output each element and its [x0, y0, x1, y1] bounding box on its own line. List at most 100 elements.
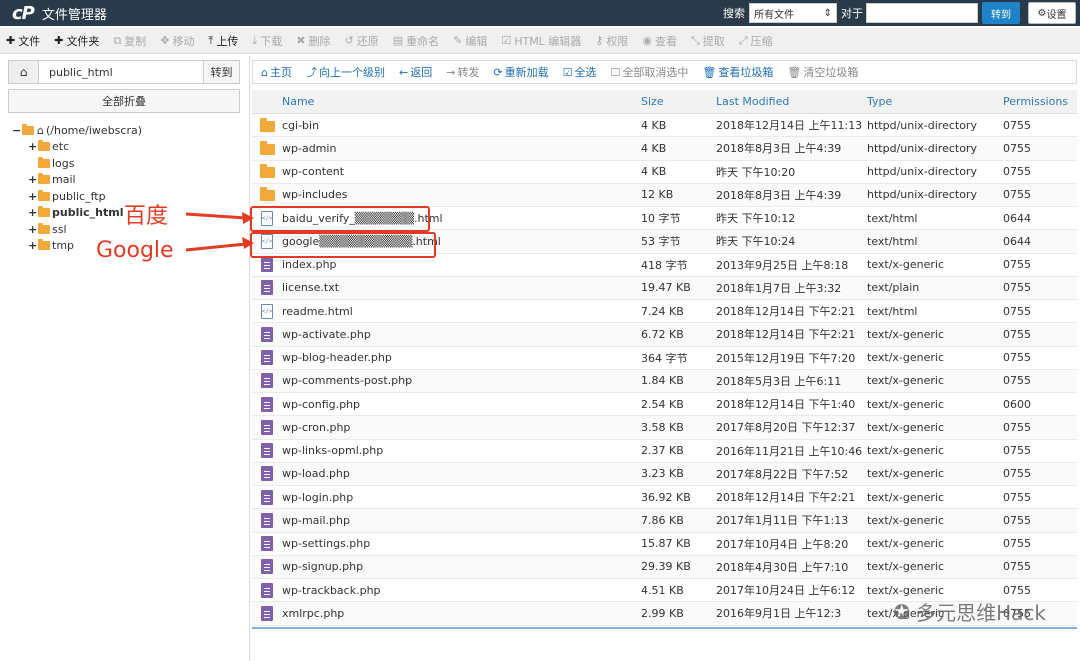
path-input[interactable]: public_html — [39, 61, 203, 83]
move-icon: ✥ — [160, 34, 170, 47]
toolbar-button-3[interactable]: ✥ 移动 — [160, 33, 194, 49]
table-row[interactable]: wp-cron.php 3.58 KB 2017年8月20日 下午12:37 text… — [252, 416, 1077, 440]
table-row[interactable]: wp-login.php 36.92 KB 2018年12月14日 下午2:21 te… — [252, 486, 1077, 510]
file-type: text/html — [867, 211, 918, 225]
column-last-modified[interactable]: Last Modified — [716, 95, 867, 108]
expand-icon[interactable]: + — [28, 223, 38, 236]
toolbar-button-0[interactable]: ✚ 文件 — [6, 33, 40, 49]
baidu-highlight-box — [250, 206, 430, 232]
nav-button-4[interactable]: ⟳ 重新加载 — [493, 64, 548, 80]
file-type: text/x-generic — [867, 537, 945, 551]
toolbar-button-8[interactable]: ▤ 重命名 — [393, 33, 439, 49]
folder-icon — [259, 164, 275, 179]
nav-button-2[interactable]: ← 返回 — [399, 64, 432, 80]
path-go-button[interactable]: 转到 — [203, 61, 239, 83]
table-row[interactable]: wp-signup.php 29.39 KB 2018年4月30日 上午7:10 te… — [252, 555, 1077, 579]
file-name: wp-blog-header.php — [282, 351, 392, 365]
collapse-icon[interactable]: − — [12, 124, 22, 137]
expand-icon[interactable]: + — [28, 140, 38, 153]
nav-button-8[interactable]: 🗑 清空垃圾箱 — [787, 64, 858, 80]
toolbar-button-12[interactable]: ◉ 查看 — [642, 33, 677, 49]
file-type: httpd/unix-directory — [867, 165, 977, 179]
table-row[interactable]: license.txt 19.47 KB 2018年1月7日 上午3:32 text/… — [252, 276, 1077, 300]
table-row[interactable]: cgi-bin 4 KB 2018年12月14日 上午11:13 httpd/unix… — [252, 114, 1077, 138]
watermark-text: 多元思维Hack — [916, 601, 1046, 625]
toolbar-button-7[interactable]: ↺ 还原 — [344, 33, 378, 49]
table-row[interactable]: wp-comments-post.php 1.84 KB 2018年5月3日 上午6… — [252, 369, 1077, 393]
home-icon: ⌂ — [19, 65, 28, 79]
file-type: text/plain — [867, 281, 920, 295]
tree-item[interactable]: + public_ftp — [12, 188, 142, 205]
file-name: wp-trackback.php — [282, 583, 381, 597]
tree-item-label: tmp — [52, 239, 75, 253]
toolbar-button-11[interactable]: ⚷ 权限 — [595, 33, 628, 49]
table-row[interactable]: wp-content 4 KB 昨天 下午10:20 httpd/unix-direc… — [252, 161, 1077, 184]
search-go-button[interactable]: 转到 — [982, 2, 1020, 24]
table-row[interactable]: wp-admin 4 KB 2018年8月3日 上午4:39 httpd/unix-d… — [252, 137, 1077, 161]
file-name: wp-links-opml.php — [282, 444, 384, 458]
nav-button-7[interactable]: 🗑 查看垃圾箱 — [702, 64, 773, 80]
google-annotation-label: Google — [96, 238, 174, 263]
home-icon: ⌂ — [37, 123, 44, 137]
toolbar-button-2[interactable]: ⧉ 复制 — [113, 33, 146, 49]
file-type: text/x-generic — [867, 444, 945, 458]
nav-button-label: 转发 — [457, 66, 480, 79]
table-row[interactable]: wp-activate.php 6.72 KB 2018年12月14日 下午2:21… — [252, 323, 1077, 347]
table-row[interactable]: wp-links-opml.php 2.37 KB 2016年11月21日 上午10… — [252, 440, 1077, 463]
toolbar-button-1[interactable]: ✚ 文件夹 — [54, 33, 99, 49]
table-row[interactable]: wp-mail.php 7.86 KB 2017年1月11日 下午1:13 text/… — [252, 509, 1077, 533]
tree-item-label: public_html — [52, 206, 124, 220]
forward-icon: → — [446, 65, 456, 79]
nav-button-0[interactable]: ⌂ 主页 — [261, 64, 292, 80]
toolbar-button-5[interactable]: ⤓ 下载 — [252, 33, 282, 49]
nav-button-6[interactable]: ☐ 全部取消选中 — [611, 64, 689, 80]
table-row[interactable]: wp-blog-header.php 364 字节 2015年12月19日 下午7:… — [252, 347, 1077, 370]
tree-item-label: etc — [52, 140, 70, 154]
tree-item[interactable]: + public_html — [12, 205, 142, 222]
expand-icon[interactable]: + — [28, 206, 38, 219]
expand-icon[interactable]: + — [28, 173, 38, 186]
column-permissions[interactable]: Permissions — [1003, 95, 1077, 108]
toolbar-button-10[interactable]: ☑ HTML 编辑器 — [501, 33, 581, 49]
column-size[interactable]: Size — [641, 95, 716, 108]
column-type[interactable]: Type — [867, 95, 1003, 108]
tree-item[interactable]: + etc — [12, 139, 142, 156]
toolbar-button-label: 压缩 — [750, 34, 773, 48]
collapse-all-button[interactable]: 全部折叠 — [8, 89, 240, 113]
column-name[interactable]: Name — [282, 95, 641, 108]
tree-item[interactable]: logs — [12, 155, 142, 172]
toolbar-button-label: HTML 编辑器 — [514, 34, 582, 48]
tree-item[interactable]: − ⌂ (/home/iwebscra) — [12, 122, 142, 139]
tree-item[interactable]: + ssl — [12, 221, 142, 238]
nav-button-1[interactable]: ⤴ 向上一个级别 — [306, 64, 385, 80]
folder-icon — [259, 187, 275, 202]
table-row[interactable]: </> readme.html 7.24 KB 2018年12月14日 下午2:21 t… — [252, 300, 1077, 324]
folder-icon — [259, 117, 275, 132]
gear-icon: ⚙ — [1037, 7, 1047, 19]
table-row[interactable]: wp-settings.php 15.87 KB 2017年10月4日 上午8:20… — [252, 533, 1077, 556]
home-button[interactable]: ⌂ — [9, 61, 39, 83]
search-input[interactable] — [866, 3, 978, 23]
expand-icon[interactable]: + — [28, 239, 38, 252]
table-row[interactable]: wp-includes 12 KB 2018年8月3日 上午4:39 httpd/un… — [252, 183, 1077, 207]
toolbar-button-label: 删除 — [308, 34, 331, 48]
settings-button[interactable]: ⚙ 设置 — [1028, 2, 1076, 24]
folder-icon — [38, 239, 50, 251]
file-name: wp-mail.php — [282, 513, 350, 527]
table-row[interactable]: wp-config.php 2.54 KB 2018年12月14日 下午1:40 te… — [252, 393, 1077, 417]
toolbar-button-6[interactable]: ✖ 删除 — [296, 33, 330, 49]
toolbar-button-14[interactable]: ⤢ 压缩 — [739, 33, 773, 49]
table-row[interactable]: wp-load.php 3.23 KB 2017年8月22日 下午7:52 text/… — [252, 462, 1077, 486]
toolbar-button-13[interactable]: ⤡ 提取 — [691, 33, 725, 49]
search-scope-select[interactable]: 所有文件 ⇕ — [749, 3, 837, 23]
google-highlight-box — [250, 232, 436, 258]
toolbar-button-4[interactable]: ⤒ 上传 — [209, 33, 239, 49]
file-size: 3.58 KB — [641, 420, 684, 434]
file-size: 29.39 KB — [641, 560, 691, 574]
path-bar: ⌂ public_html 转到 — [8, 60, 240, 84]
tree-item[interactable]: + mail — [12, 172, 142, 189]
nav-button-3[interactable]: → 转发 — [446, 64, 479, 80]
toolbar-button-9[interactable]: ✎ 编辑 — [453, 33, 487, 49]
expand-icon[interactable]: + — [28, 190, 38, 203]
nav-button-5[interactable]: ☑ 全选 — [563, 64, 597, 80]
